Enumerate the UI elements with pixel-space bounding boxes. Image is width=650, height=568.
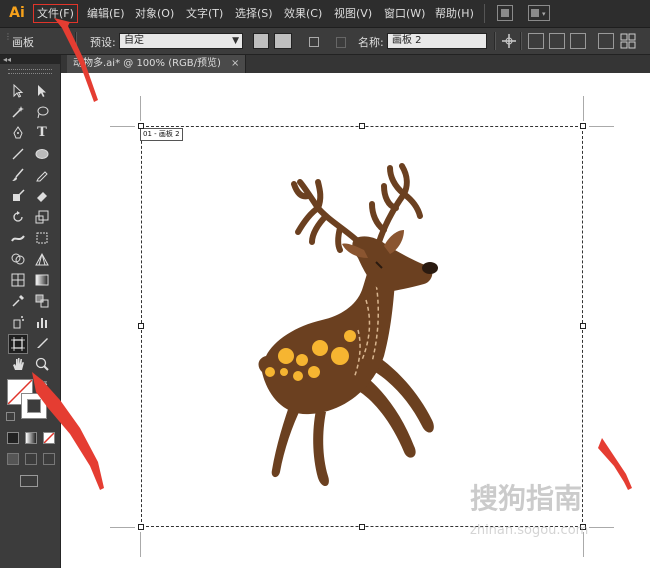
watermark: 搜狗指南	[470, 482, 583, 515]
watermark-url: zhinan.sogou.com	[470, 523, 589, 538]
